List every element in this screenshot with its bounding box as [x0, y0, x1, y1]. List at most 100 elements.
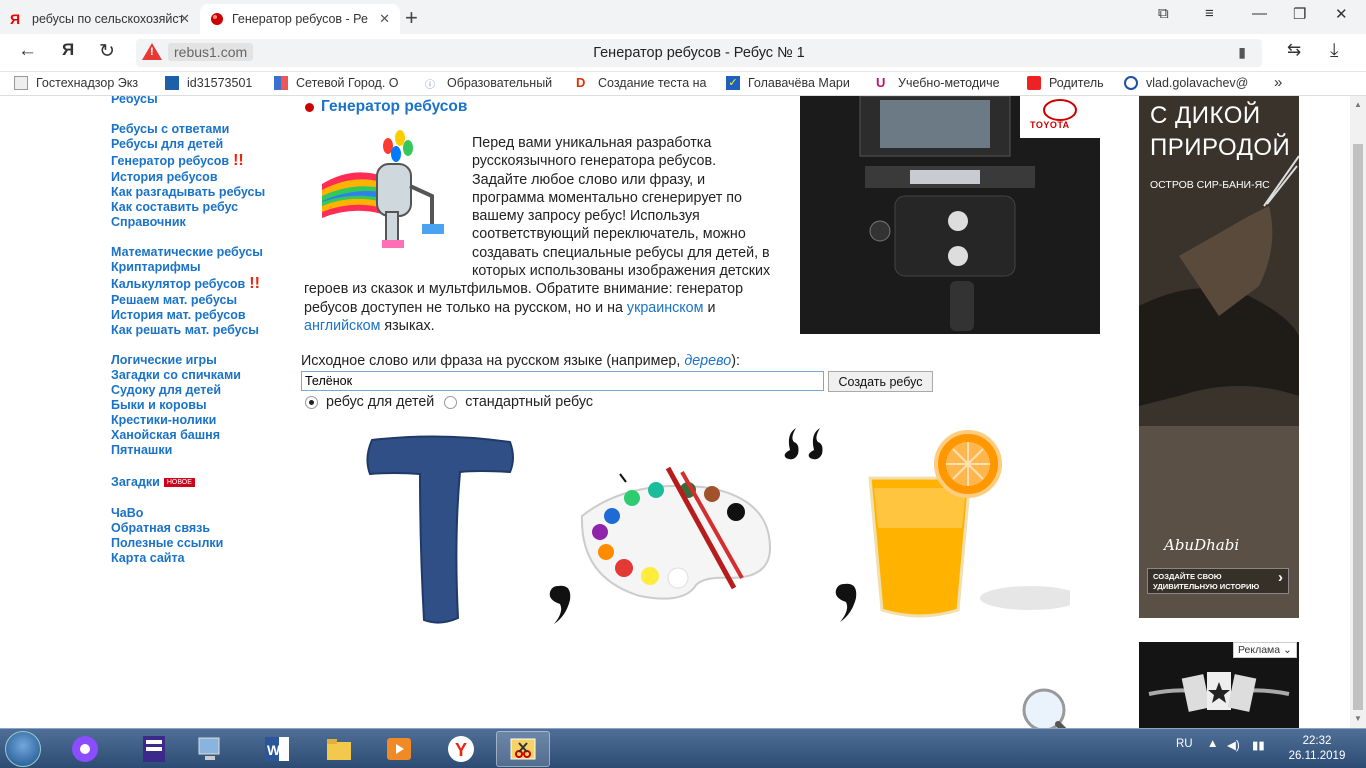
chevron-down-icon: ⌄ — [1283, 644, 1292, 656]
bookmark-item[interactable]: id31573501 — [165, 76, 267, 90]
bookmark-item[interactable]: Сетевой Город. О — [274, 76, 406, 90]
start-button[interactable] — [5, 731, 41, 767]
page-title: Генератор ребусов - Ребус № 1 — [593, 45, 805, 61]
taskbar-snipping-tool[interactable] — [496, 731, 550, 767]
taskbar-archive[interactable] — [127, 731, 181, 767]
taskbar-explorer[interactable] — [312, 731, 366, 767]
mail-icon — [1124, 76, 1138, 90]
taskbar-media[interactable] — [372, 731, 426, 767]
sidebar-link[interactable]: Ханойская башня — [111, 428, 291, 443]
page-scrollbar[interactable]: ▲ ▼ — [1350, 96, 1366, 728]
sidebar-link[interactable]: Карта сайта — [111, 551, 291, 566]
close-icon[interactable]: ✕ — [379, 11, 390, 27]
volume-icon[interactable]: ◀) — [1227, 738, 1240, 752]
tab-rebus-agri[interactable]: Я ребусы по сельскохозяйст ✕ — [0, 4, 200, 34]
minimize-icon[interactable]: — — [1252, 5, 1267, 22]
sidebar-link[interactable]: Загадки со спичками — [111, 368, 291, 383]
sidebar-link[interactable]: Быки и коровы — [111, 398, 291, 413]
radio-kids-label[interactable]: ребус для детей — [326, 394, 434, 410]
system-clock[interactable]: 22:32 26.11.2019 — [1282, 734, 1352, 764]
sidebar-link[interactable]: Ребусы с ответами — [111, 122, 291, 137]
close-window-icon[interactable]: ✕ — [1335, 5, 1348, 23]
sidebar-link[interactable]: Математические ребусы — [111, 245, 291, 260]
sidebar-link[interactable]: Судоку для детей — [111, 383, 291, 398]
back-icon[interactable]: ← — [18, 40, 37, 62]
tab-rebus-generator[interactable]: Генератор ребусов - Ре ✕ — [200, 4, 400, 34]
bookmark-item[interactable]: vlad.golavachev@ — [1124, 76, 1256, 90]
taskbar-yandex-browser[interactable]: Y — [434, 731, 488, 767]
radio-standard-label[interactable]: стандартный ребус — [465, 394, 593, 410]
phrase-input[interactable] — [301, 371, 824, 391]
sidebar-link[interactable]: Как решать мат. ребусы — [111, 323, 291, 338]
sidebar-link[interactable]: Как разгадывать ребусы — [111, 185, 291, 200]
maximize-icon[interactable]: ❐ — [1293, 5, 1306, 23]
url-domain[interactable]: rebus1.com — [168, 43, 254, 61]
new-tab-button[interactable]: + — [405, 5, 418, 31]
ad-label-dropdown[interactable]: Реклама ⌄ — [1233, 642, 1297, 658]
taskbar-word[interactable]: W — [250, 731, 304, 767]
car-ad-banner[interactable]: TOYOTA — [800, 96, 1100, 334]
page-icon — [14, 76, 28, 90]
taskbar-network[interactable] — [183, 731, 237, 767]
bookmark-item[interactable]: ✓ Голавачёва Мари — [726, 76, 858, 90]
scrollbar-thumb[interactable] — [1353, 144, 1363, 710]
rebus-comma — [835, 583, 857, 622]
more-bookmarks-button[interactable]: » — [1274, 74, 1282, 91]
sidebar-link[interactable]: Криптарифмы — [111, 260, 291, 275]
sidebar-link[interactable]: Калькулятор ребусов — [111, 277, 245, 291]
ad-subtitle: ОСТРОВ СИР-БАНИ-ЯС — [1150, 179, 1270, 191]
rebus-quote — [784, 428, 823, 460]
sidebar-link[interactable]: Решаем мат. ребусы — [111, 293, 291, 308]
sidebar-link[interactable]: Пятнашки — [111, 443, 291, 458]
translate-icon[interactable]: ⇆ — [1287, 40, 1301, 60]
scroll-up-icon[interactable]: ▲ — [1354, 100, 1362, 109]
tabs-manager-icon[interactable]: ⧉ — [1158, 5, 1169, 22]
sidebar-link[interactable]: Ребусы для детей — [111, 137, 291, 152]
folder-icon — [327, 739, 351, 760]
bookmark-item[interactable]: D Создание теста на — [576, 76, 708, 91]
tray-arrow-icon[interactable]: ▲ — [1207, 738, 1218, 750]
sidebar-link[interactable]: Ребусы — [111, 96, 291, 107]
sidebar-row: Генератор ребусов!! — [111, 152, 291, 170]
bookmark-icon[interactable]: ▮ — [1238, 44, 1246, 61]
abudhabi-ad-banner[interactable]: С ДИКОЙ ПРИРОДОЙ ОСТРОВ СИР-БАНИ-ЯС AbuD… — [1139, 96, 1299, 618]
sidebar-link[interactable]: Как составить ребус — [111, 200, 291, 215]
sidebar-link[interactable]: Полезные ссылки — [111, 536, 291, 551]
reload-icon[interactable]: ↻ — [99, 40, 115, 63]
sidebar-link[interactable]: ЧаВо — [111, 506, 291, 521]
address-bar: ← Я ↻ Генератор ребусов - Ребус № 1 rebu… — [0, 34, 1366, 72]
english-link[interactable]: английском — [304, 318, 380, 334]
sidebar-link[interactable]: Обратная связь — [111, 521, 291, 536]
scroll-down-icon[interactable]: ▼ — [1354, 714, 1362, 723]
check-icon: ✓ — [726, 76, 740, 90]
bookmark-item[interactable]: ⓘ Образовательный — [425, 76, 557, 91]
yandex-home-icon[interactable]: Я — [62, 40, 74, 60]
bookmark-item[interactable]: U Учебно-методиче — [876, 76, 1008, 91]
network-icon[interactable]: ▮▮ — [1252, 738, 1265, 752]
sidebar-link[interactable]: История ребусов — [111, 170, 291, 185]
sidebar-row: Калькулятор ребусов!! — [111, 275, 291, 293]
bookmark-item[interactable]: Родитель — [1027, 76, 1114, 90]
sidebar-link[interactable]: История мат. ребусов — [111, 308, 291, 323]
sidebar-link[interactable]: Справочник — [111, 215, 291, 230]
language-indicator[interactable]: RU — [1176, 738, 1193, 750]
ukrainian-link[interactable]: украинском — [627, 300, 704, 316]
url-field[interactable]: Генератор ребусов - Ребус № 1 rebus1.com… — [136, 39, 1262, 67]
radio-kids[interactable] — [305, 395, 318, 409]
sidebar-link[interactable]: Генератор ребусов — [111, 154, 229, 168]
create-rebus-button[interactable]: Создать ребус — [828, 371, 933, 392]
ad-cta-button[interactable]: СОЗДАЙТЕ СВОЮ УДИВИТЕЛЬНУЮ ИСТОРИЮ — [1147, 568, 1289, 594]
close-icon[interactable]: ✕ — [179, 11, 190, 27]
rebus-letter-t — [366, 435, 514, 624]
rebus-type-selector: ребус для детей стандартный ребус — [305, 394, 593, 410]
taskbar-alice[interactable] — [58, 731, 112, 767]
example-link[interactable]: дерево — [684, 353, 731, 369]
sidebar-link[interactable]: Загадки — [111, 475, 160, 489]
sidebar-link[interactable]: Крестики-нолики — [111, 413, 291, 428]
bookmark-item[interactable]: Гостехнадзор Экз — [14, 76, 146, 90]
radio-standard[interactable] — [444, 395, 458, 409]
menu-icon[interactable]: ≡ — [1205, 5, 1214, 22]
magnifier-icon — [1022, 688, 1067, 728]
sidebar-link[interactable]: Логические игры — [111, 353, 291, 368]
download-icon[interactable]: ⤓ — [1330, 40, 1338, 62]
